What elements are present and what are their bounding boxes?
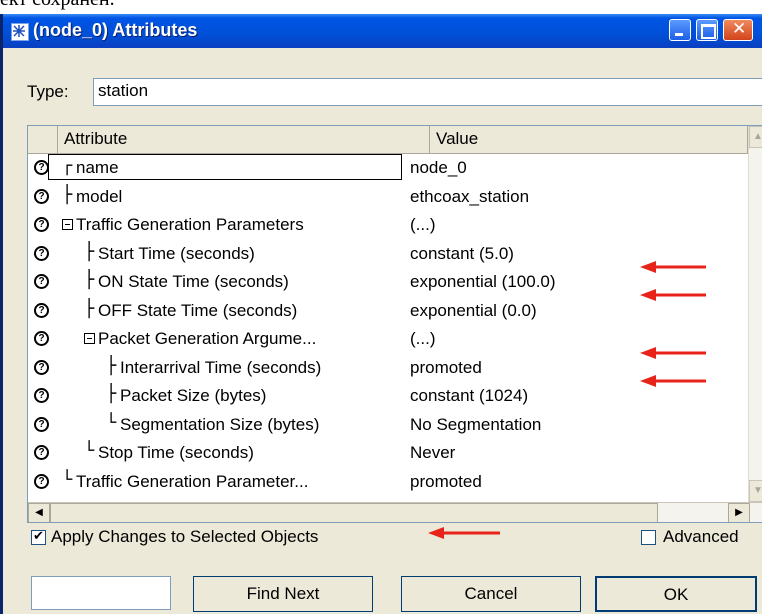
tree-branch-icon: ├ <box>62 184 73 205</box>
help-icon[interactable]: ? <box>34 473 49 489</box>
help-icon[interactable]: ? <box>34 416 49 432</box>
tree-branch-icon: ├ <box>106 384 117 404</box>
vertical-scrollbar[interactable]: ▲ ▼ <box>748 126 762 502</box>
tree-branch-icon: └ <box>62 469 73 490</box>
scroll-thumb[interactable] <box>50 503 658 522</box>
help-icon[interactable]: ? <box>34 359 49 375</box>
help-icon[interactable]: ? <box>34 217 49 232</box>
scroll-right-arrow-icon[interactable]: ▶ <box>728 503 750 522</box>
apply-changes-label[interactable]: Apply Changes to Selected Objects <box>51 527 318 547</box>
attribute-name: model <box>76 186 123 206</box>
help-icon[interactable]: ? <box>34 302 49 318</box>
scroll-left-arrow-icon[interactable]: ◀ <box>28 503 50 522</box>
type-label: Type: <box>27 82 69 101</box>
attribute-value[interactable]: (...) <box>410 215 436 235</box>
scroll-up-arrow-icon[interactable]: ▲ <box>749 126 762 148</box>
attribute-value[interactable]: exponential (0.0) <box>410 301 537 321</box>
tree-branch-icon: ├ <box>106 355 117 376</box>
attribute-value[interactable]: constant (1024) <box>410 386 528 406</box>
table-row[interactable]: ? └ Stop Time (seconds) Never <box>28 439 748 467</box>
table-row[interactable]: ? Packet Generation Argume... (...) <box>28 325 748 353</box>
table-row[interactable]: ? ├ Packet Size (bytes) constant (1024) <box>28 382 748 410</box>
minimize-button[interactable] <box>669 19 691 41</box>
attribute-name: Interarrival Time (seconds) <box>120 357 322 377</box>
help-icon[interactable]: ? <box>34 331 49 346</box>
table-row[interactable]: ? ├ OFF State Time (seconds) exponential (0… <box>28 297 748 325</box>
table-row[interactable]: ? Traffic Generation Parameters (...) <box>28 211 748 239</box>
attribute-name: OFF State Time (seconds) <box>98 300 298 320</box>
attribute-value[interactable]: node_0 <box>410 158 467 178</box>
attribute-value[interactable]: No Segmentation <box>410 415 541 435</box>
help-icon[interactable]: ? <box>34 245 49 261</box>
attribute-name: Packet Size (bytes) <box>120 386 267 405</box>
attribute-name: Stop Time (seconds) <box>98 443 254 462</box>
help-icon[interactable]: ? <box>34 274 49 289</box>
find-input[interactable] <box>31 576 171 610</box>
attribute-value[interactable]: exponential (100.0) <box>410 272 556 292</box>
help-icon[interactable]: ? <box>34 445 49 460</box>
background-text: ект сохранен. <box>0 0 115 11</box>
attribute-name: Packet Generation Argume... <box>98 329 317 348</box>
help-icon[interactable]: ? <box>34 188 49 204</box>
window-title: (node_0) Attributes <box>33 20 198 40</box>
maximize-button[interactable] <box>696 19 718 41</box>
tree-branch-icon: ├ <box>84 298 95 319</box>
attribute-value[interactable]: promoted <box>410 472 482 492</box>
attribute-value[interactable]: (...) <box>410 329 436 349</box>
attribute-name: Start Time (seconds) <box>98 243 255 263</box>
attribute-value[interactable]: Never <box>410 443 455 463</box>
apply-changes-checkbox[interactable] <box>31 528 46 545</box>
tree-branch-icon: └ <box>106 412 117 433</box>
attribute-name: Traffic Generation Parameters <box>76 215 304 234</box>
header-value[interactable]: Value <box>430 126 748 154</box>
collapse-icon[interactable] <box>84 333 95 344</box>
table-row[interactable]: ? └ Traffic Generation Parameter... promote… <box>28 468 748 496</box>
scroll-down-arrow-icon[interactable]: ▼ <box>749 480 762 502</box>
table-row[interactable]: ? ├ Start Time (seconds) constant (5.0) <box>28 240 748 268</box>
tree-branch-icon: ├ <box>84 241 95 262</box>
table-row[interactable]: ? ┌ name node_0 <box>28 154 748 182</box>
tree-branch-icon: ├ <box>84 270 95 290</box>
advanced-checkbox[interactable] <box>641 530 656 545</box>
app-icon <box>11 23 29 41</box>
attribute-value[interactable]: promoted <box>410 358 482 378</box>
attributes-table: Attribute Value ? ┌ name node_0? ├ model ethco… <box>27 125 762 523</box>
close-button[interactable] <box>723 19 753 41</box>
table-row[interactable]: ? ├ model ethcoax_station <box>28 183 748 211</box>
attribute-name: ON State Time (seconds) <box>98 272 289 291</box>
attribute-value[interactable]: constant (5.0) <box>410 244 514 264</box>
attributes-dialog: (node_0) Attributes Type: station Attrib… <box>0 14 762 614</box>
table-row[interactable]: ? ├ Interarrival Time (seconds) promoted <box>28 354 748 382</box>
title-bar[interactable]: (node_0) Attributes <box>3 14 762 48</box>
horizontal-scrollbar[interactable]: ◀ ▶ <box>28 502 762 522</box>
table-row[interactable]: ? └ Segmentation Size (bytes) No Segmentati… <box>28 411 748 439</box>
help-icon[interactable]: ? <box>34 388 49 403</box>
tree-branch-icon: ┌ <box>62 156 73 176</box>
type-field[interactable]: station <box>93 78 762 106</box>
collapse-icon[interactable] <box>62 219 73 230</box>
help-icon[interactable]: ? <box>34 160 49 175</box>
tree-branch-icon: └ <box>84 441 95 461</box>
table-row[interactable]: ? ├ ON State Time (seconds) exponential (10… <box>28 268 748 296</box>
attribute-name: Segmentation Size (bytes) <box>120 414 320 434</box>
header-attribute[interactable]: Attribute <box>58 126 430 154</box>
advanced-label[interactable]: Advanced <box>663 527 739 547</box>
header-blank <box>28 126 58 154</box>
attribute-name: name <box>76 158 119 177</box>
attribute-name: Traffic Generation Parameter... <box>76 471 309 491</box>
attribute-value[interactable]: ethcoax_station <box>410 187 529 207</box>
